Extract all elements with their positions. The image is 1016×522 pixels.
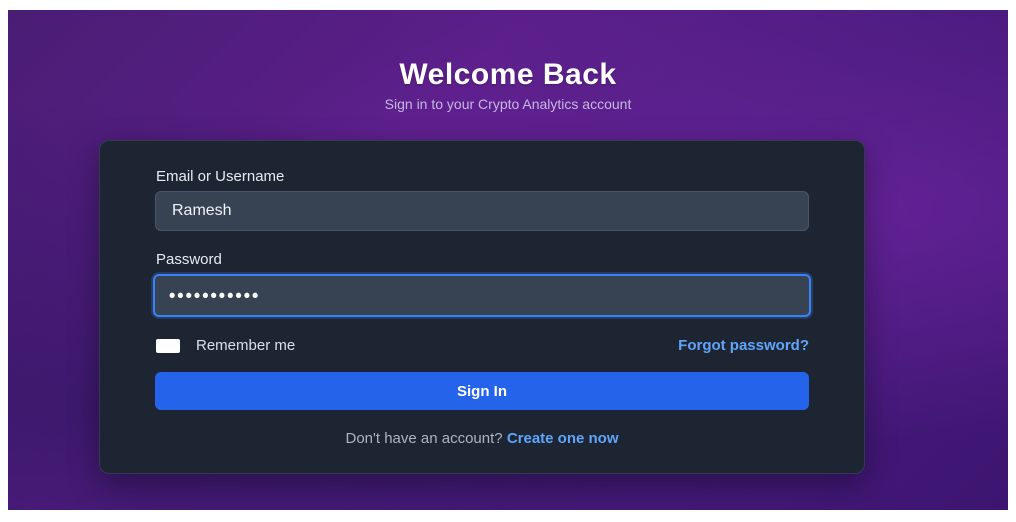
remember-me[interactable]: Remember me <box>156 337 295 354</box>
email-label: Email or Username <box>156 168 285 185</box>
sign-in-button[interactable]: Sign In <box>155 372 809 410</box>
forgot-password-link[interactable]: Forgot password? <box>678 337 809 354</box>
remember-label: Remember me <box>196 337 296 354</box>
password-dots: ••••••••••• <box>169 285 261 305</box>
password-field[interactable]: ••••••••••• <box>153 274 811 317</box>
signup-prompt: Don't have an account? Create one now <box>100 430 864 447</box>
login-card: Email or Username Password ••••••••••• R… <box>99 140 865 474</box>
page-subtitle: Sign in to your Crypto Analytics account <box>384 96 632 112</box>
page-title: Welcome Back <box>399 58 617 91</box>
remember-checkbox[interactable] <box>156 338 180 353</box>
signup-prompt-text: Don't have an account? <box>345 430 503 447</box>
login-page: Welcome Back Sign in to your Crypto Anal… <box>8 10 1008 510</box>
email-field[interactable] <box>155 191 809 231</box>
password-label: Password <box>156 251 222 268</box>
create-account-link[interactable]: Create one now <box>507 430 619 447</box>
